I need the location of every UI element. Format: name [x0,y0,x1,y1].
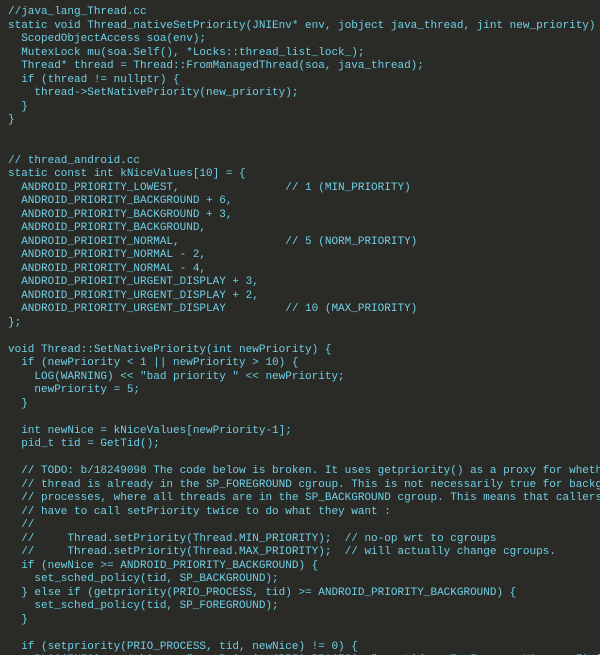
code-block: //java_lang_Thread.cc static void Thread… [0,0,600,655]
